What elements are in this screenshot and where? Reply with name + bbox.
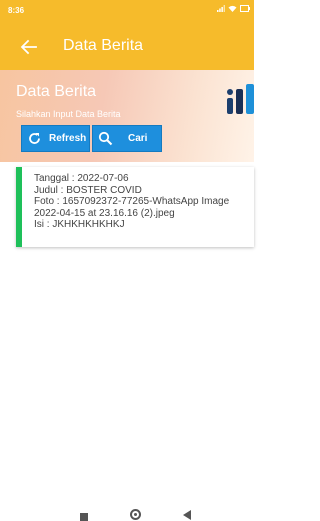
news-card[interactable]: Tanggal : 2022-07-06 Judul : BOSTER COVI… — [16, 167, 254, 247]
news-card-content: Tanggal : 2022-07-06 Judul : BOSTER COVI… — [34, 173, 254, 231]
news-title: Judul : BOSTER COVID — [34, 184, 142, 196]
hero-subtitle: Silahkan Input Data Berita — [16, 109, 121, 119]
search-button-label: Cari — [128, 133, 148, 144]
search-icon — [98, 131, 113, 146]
status-time: 8:36 — [8, 6, 25, 15]
back-arrow-icon[interactable] — [18, 36, 40, 58]
refresh-button-label: Refresh — [49, 133, 87, 144]
refresh-button[interactable]: Refresh — [21, 125, 90, 152]
system-nav-bar — [0, 498, 254, 521]
page-title: Data Berita — [63, 37, 144, 54]
wifi-icon — [228, 5, 237, 12]
news-photo: Foto : 1657092372-77265-WhatsApp Image 2… — [34, 196, 232, 219]
search-button[interactable]: Cari — [92, 125, 162, 152]
news-content: Isi : JKHKHKHKHKJ — [34, 219, 125, 230]
hero-banner: Data Berita Silahkan Input Data Berita R… — [0, 70, 254, 162]
signal-icon — [217, 5, 225, 12]
hero-title: Data Berita — [16, 83, 97, 100]
nav-back-icon[interactable] — [183, 510, 191, 520]
recents-icon[interactable] — [80, 513, 88, 521]
status-icons — [217, 5, 250, 12]
app-bar: Data Berita — [0, 24, 254, 70]
card-accent-bar — [16, 167, 22, 247]
status-bar: 8:36 — [0, 0, 254, 24]
home-icon[interactable] — [130, 509, 141, 520]
battery-icon — [240, 5, 250, 12]
bar-chart-logo-icon — [227, 84, 254, 114]
news-date: Tanggal : 2022-07-06 — [34, 173, 129, 184]
refresh-icon — [29, 133, 40, 144]
